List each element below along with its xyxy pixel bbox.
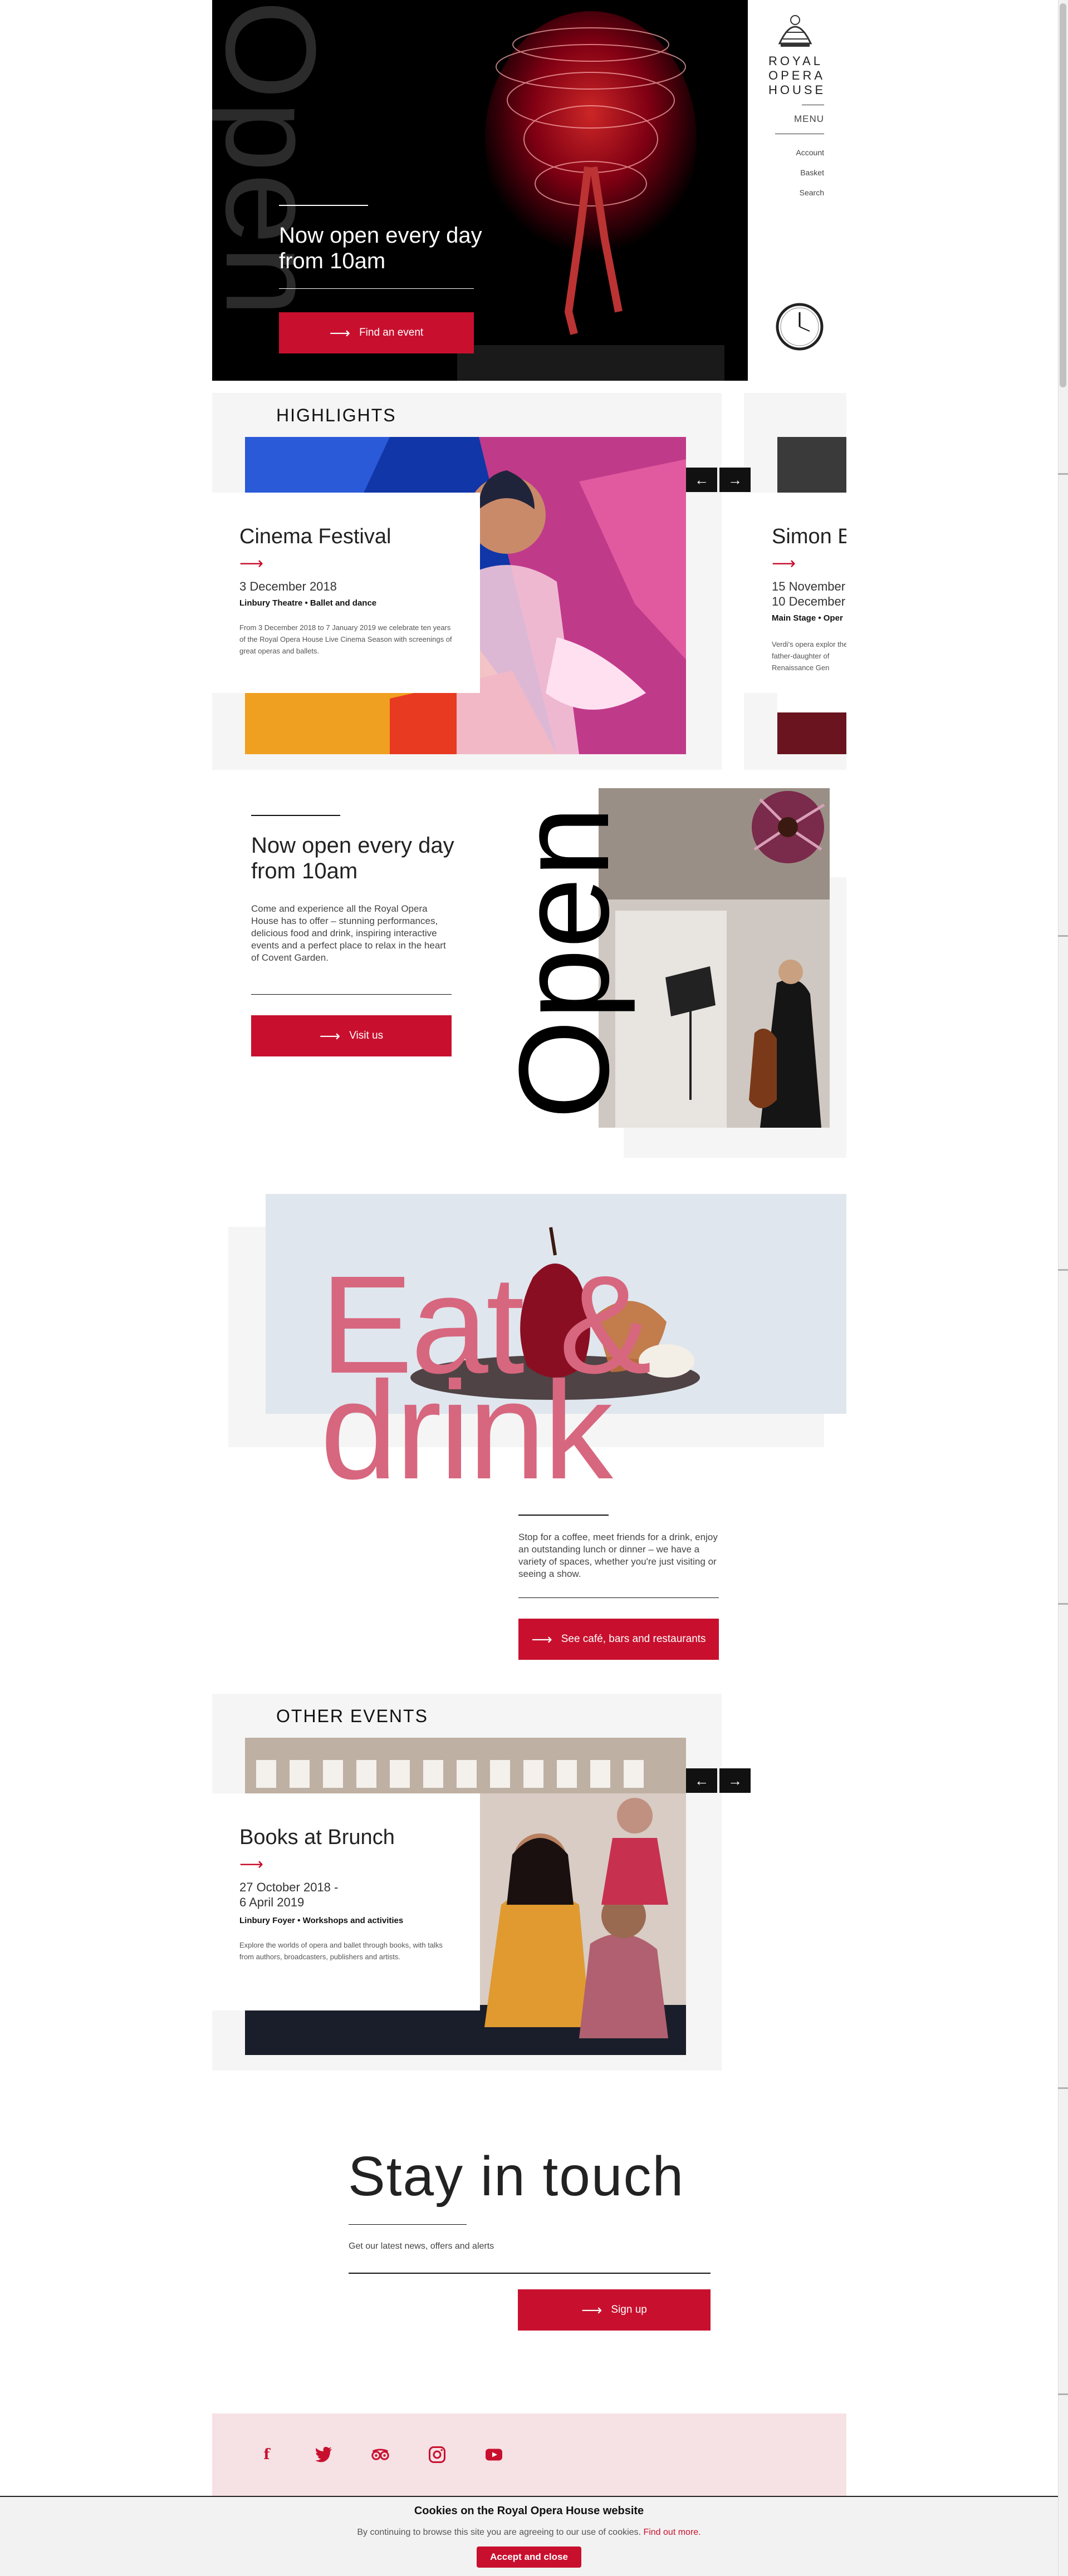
stay-subtitle: Get our latest news, offers and alerts xyxy=(349,2241,494,2251)
card-description: Verdi's opera explor the father-daughter… xyxy=(772,640,846,672)
highlights-next-button[interactable]: → xyxy=(719,468,751,492)
social-bar: f xyxy=(212,2413,846,2496)
cookie-title: Cookies on the Royal Opera House website xyxy=(414,2505,644,2517)
tripadvisor-icon[interactable] xyxy=(370,2445,390,2465)
newsletter-field-underline[interactable] xyxy=(349,2273,711,2274)
eat-drink-heading: Eat & drink xyxy=(320,1255,651,1508)
highlights-title: HIGHLIGHTS xyxy=(276,405,396,425)
crest-icon xyxy=(778,15,812,47)
hero-banner: Open Now open every day from 10am ⟶ Find… xyxy=(212,0,748,381)
event-card-cinema-festival[interactable]: Cinema Festival ⟶ 3 December 2018 Linbur… xyxy=(212,493,480,693)
account-link[interactable]: Account xyxy=(768,148,824,157)
sign-up-button[interactable]: ⟶ Sign up xyxy=(518,2289,711,2331)
arrow-right-icon: ⟶ xyxy=(239,1855,264,1874)
arrow-right-icon: ⟶ xyxy=(319,1028,341,1044)
hero-title: Now open every day from 10am xyxy=(279,223,482,273)
find-event-button[interactable]: ⟶ Find an event xyxy=(279,312,474,353)
search-link[interactable]: Search xyxy=(768,188,824,197)
basket-link[interactable]: Basket xyxy=(768,168,824,177)
hero-rule-bottom xyxy=(279,288,474,289)
arrow-left-icon: ← xyxy=(694,471,709,488)
event-card-books-at-brunch[interactable]: Books at Brunch ⟶ 27 October 2018 - 6 Ap… xyxy=(212,1793,480,2010)
event-card-simon-boccanegra[interactable]: Simon B ⟶ 15 November 10 December Main S… xyxy=(744,493,846,693)
instagram-icon[interactable] xyxy=(427,2445,447,2465)
scrollbar-thumb[interactable] xyxy=(1060,3,1066,387)
scrollbar-marker xyxy=(1058,2087,1068,2089)
arrow-right-icon: ⟶ xyxy=(239,554,264,573)
arrow-right-icon: ⟶ xyxy=(531,1631,552,1648)
card-venue: Linbury Foyer • Workshops and activities xyxy=(239,1916,404,1925)
open-big-word: Open xyxy=(492,806,635,1120)
card-date-end: 6 April 2019 xyxy=(239,1895,305,1909)
card-date-end: 10 December xyxy=(772,594,846,608)
card-date: 3 December 2018 xyxy=(239,579,337,593)
hero-dancer-image xyxy=(457,11,724,381)
cookie-message: By continuing to browse this site you ar… xyxy=(0,2528,1058,2538)
arrow-right-icon: ⟶ xyxy=(581,2302,602,2318)
royal-opera-house-logo[interactable]: ROYAL OPERA HOUSE xyxy=(768,10,830,97)
card-description: Explore the worlds of opera and ballet t… xyxy=(239,1941,443,1961)
eat-line-2: drink xyxy=(320,1353,613,1508)
card-title: Books at Brunch xyxy=(239,1826,395,1849)
arrow-right-icon: ⟶ xyxy=(329,325,351,341)
arrow-right-icon: ⟶ xyxy=(772,554,796,573)
youtube-icon[interactable] xyxy=(484,2445,504,2465)
cookie-text: By continuing to browse this site you ar… xyxy=(357,2528,641,2537)
see-cafe-bars-button[interactable]: ⟶ See café, bars and restaurants xyxy=(518,1619,719,1660)
other-events-next-button[interactable]: → xyxy=(719,1768,751,1793)
logo-line-2: OPERA xyxy=(768,68,826,82)
card-date-start: 15 November xyxy=(772,579,846,593)
logo-line-3: HOUSE xyxy=(768,83,826,97)
other-events-prev-button[interactable]: ← xyxy=(686,1768,717,1793)
card-description: From 3 December 2018 to 7 January 2019 w… xyxy=(239,623,452,655)
card-venue: Main Stage • Oper xyxy=(772,613,843,623)
open-title: Now open every day from 10am xyxy=(251,833,454,883)
eat-body: Stop for a coffee, meet friends for a dr… xyxy=(518,1532,718,1579)
arrow-left-icon: ← xyxy=(694,1772,709,1789)
card-title: Simon B xyxy=(772,525,846,548)
menu-button[interactable]: MENU xyxy=(768,114,824,125)
highlights-prev-button[interactable]: ← xyxy=(686,468,717,492)
scrollbar-marker xyxy=(1058,1269,1068,1271)
arrow-right-icon: → xyxy=(728,471,742,488)
card-venue: Linbury Theatre • Ballet and dance xyxy=(239,598,377,608)
scrollbar-marker xyxy=(1058,473,1068,475)
eat-rule-top xyxy=(518,1515,609,1516)
stay-rule-top xyxy=(349,2224,467,2225)
cookie-find-out-more-link[interactable]: Find out more. xyxy=(643,2528,700,2537)
cookie-banner: Cookies on the Royal Opera House website… xyxy=(0,2496,1058,2576)
open-rule-bottom xyxy=(251,994,452,995)
stay-in-touch-title: Stay in touch xyxy=(348,2145,685,2208)
visit-us-button[interactable]: ⟶ Visit us xyxy=(251,1015,452,1056)
scrollbar-marker xyxy=(1058,935,1068,937)
arrow-right-icon: → xyxy=(728,1772,742,1789)
open-rule-top xyxy=(251,815,340,816)
card-date-start: 27 October 2018 - xyxy=(239,1880,339,1894)
clock-icon xyxy=(776,303,824,351)
accept-cookies-button[interactable]: Accept and close xyxy=(477,2546,581,2568)
other-events-title: OTHER EVENTS xyxy=(276,1706,428,1726)
card-title: Cinema Festival xyxy=(239,525,391,548)
hero-rule-top xyxy=(279,205,368,206)
facebook-icon[interactable]: f xyxy=(257,2445,277,2465)
scrollbar-marker xyxy=(1058,1603,1068,1605)
open-body: Come and experience all the Royal Opera … xyxy=(251,903,446,963)
logo-line-1: ROYAL xyxy=(768,54,823,68)
scrollbar-marker xyxy=(1058,2393,1068,2395)
eat-rule-bottom xyxy=(518,1597,719,1598)
twitter-icon[interactable] xyxy=(313,2445,334,2465)
